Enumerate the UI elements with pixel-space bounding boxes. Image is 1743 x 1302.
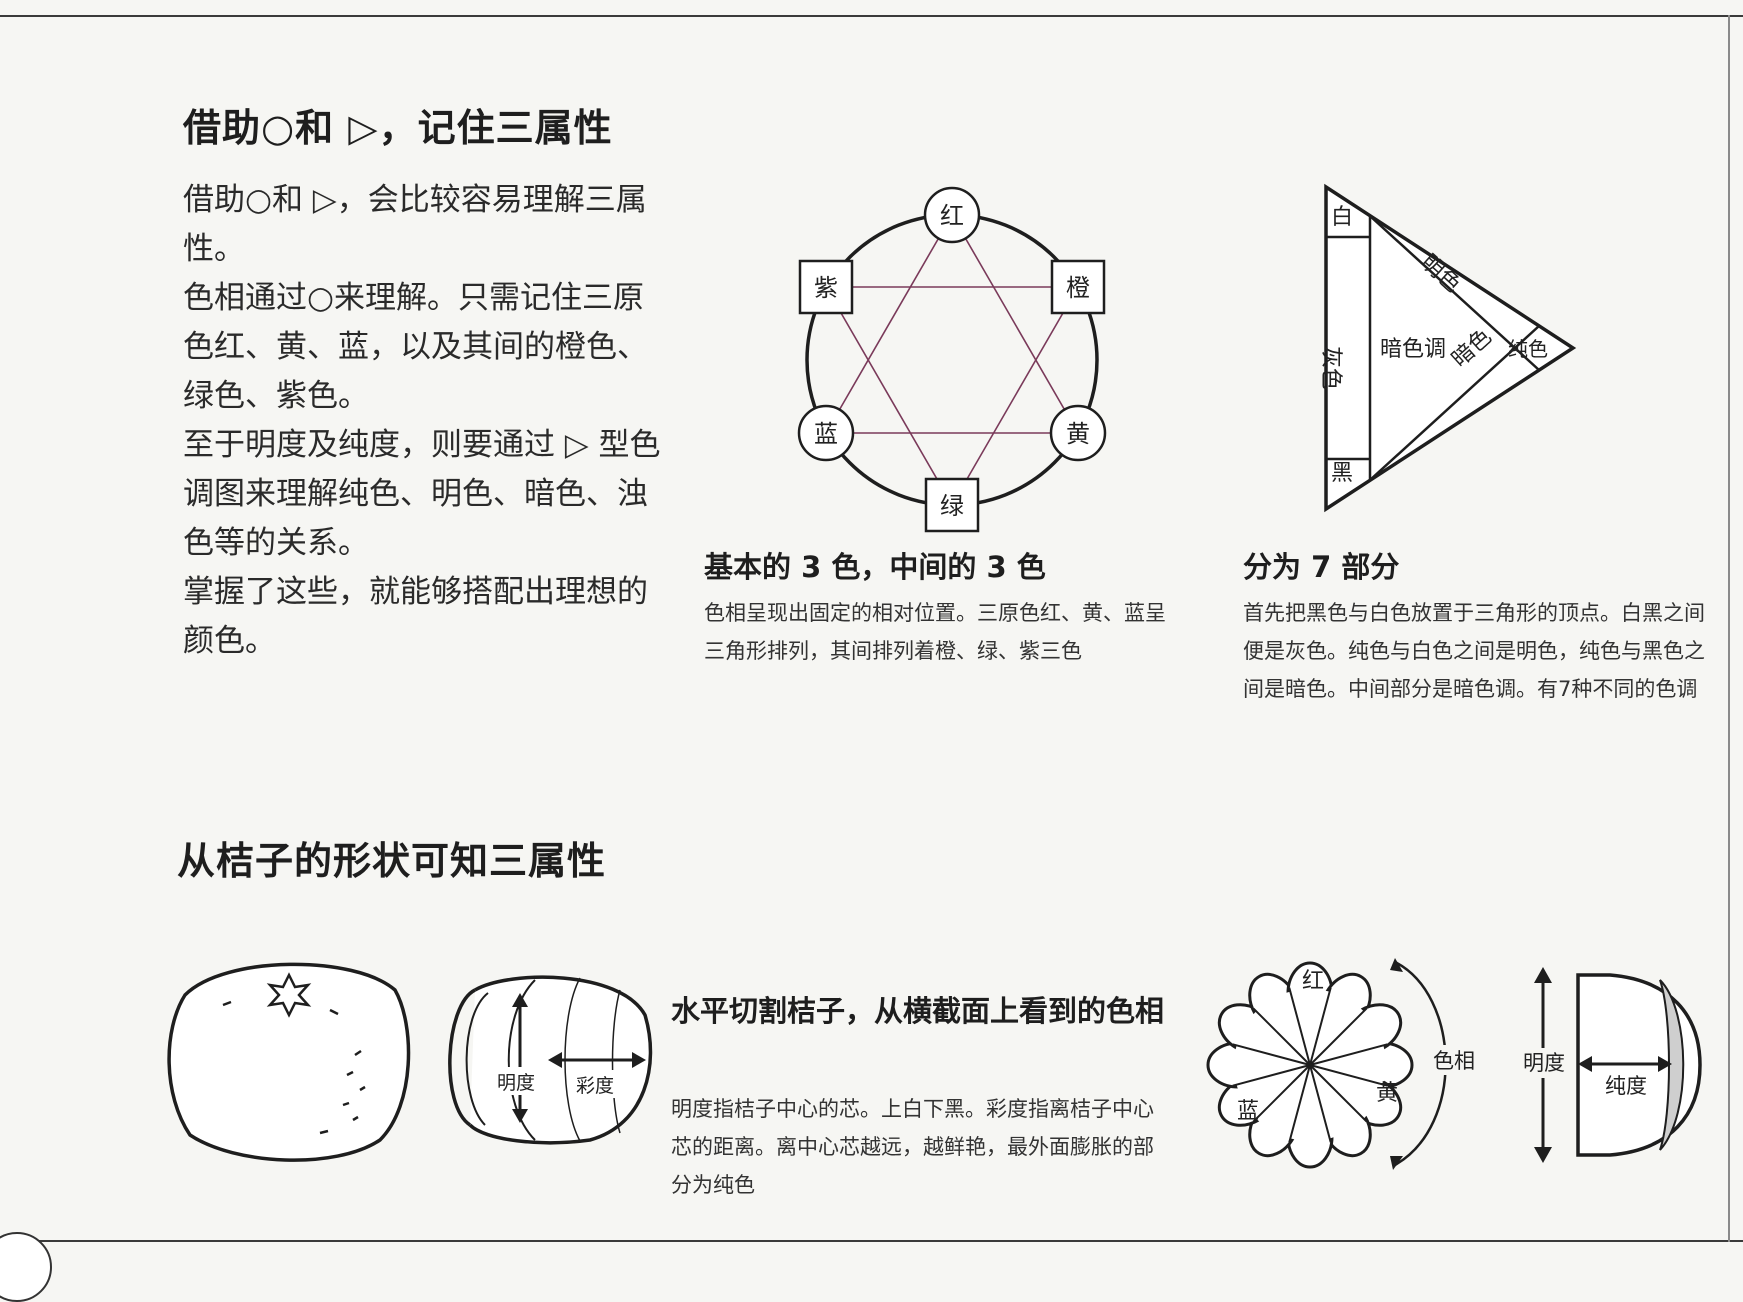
paragraph: 借助○和 ▷，会比较容易理解三属性。 xyxy=(183,182,647,267)
label-white: 白 xyxy=(1331,205,1353,230)
label-green: 绿 xyxy=(940,492,964,520)
node-red: 红 xyxy=(923,186,981,244)
node-yellow: 黄 xyxy=(1049,404,1107,462)
node-green: 绿 xyxy=(924,477,980,533)
label-hue-yellow: 黄 xyxy=(1376,1081,1398,1106)
top-rule xyxy=(0,15,1743,17)
label-gray: 灰色 xyxy=(1318,346,1343,390)
label-orange: 橙 xyxy=(1066,274,1090,302)
right-rule xyxy=(1728,15,1730,1242)
orange-cross-section: 红 黄 蓝 色相 xyxy=(1206,958,1480,1170)
label-pure: 纯色 xyxy=(1508,337,1548,361)
orange-caption-text: 明度指桔子中心的芯。上白下黑。彩度指离桔子中心芯的距离。离中心芯越远，越鲜艳，最… xyxy=(671,1097,1154,1197)
label-yellow: 黄 xyxy=(1066,420,1090,448)
cut-orange-drawing: 明度 彩度 xyxy=(448,975,653,1145)
node-orange: 橙 xyxy=(1050,259,1106,315)
label-purple: 紫 xyxy=(814,274,838,302)
label-dull: 暗色调 xyxy=(1380,337,1446,362)
label-chroma: 彩度 xyxy=(576,1075,614,1097)
label-hue: 色相 xyxy=(1433,1049,1475,1073)
label-hue-red: 红 xyxy=(1302,969,1324,994)
page-number-badge xyxy=(0,1232,52,1302)
paragraph: 色相通过○来理解。只需记住三原色红、黄、蓝，以及其间的橙色、绿色、紫色。 xyxy=(183,280,648,414)
label-side-lightness: 明度 xyxy=(1523,1051,1565,1075)
label-purity: 纯度 xyxy=(1605,1074,1647,1098)
bottom-rule xyxy=(20,1240,1743,1242)
whole-orange-drawing xyxy=(167,962,411,1162)
section-title-shapes: 借助○和 ▷，记住三属性 xyxy=(183,106,613,150)
label-red: 红 xyxy=(940,202,964,230)
hue-circle-ring xyxy=(805,213,1099,507)
hue-circle-diagram: 红 橙 黄 绿 蓝 紫 xyxy=(797,186,1107,533)
label-black: 黑 xyxy=(1331,461,1353,486)
orange-side-profile: 明度 纯度 xyxy=(1518,967,1702,1163)
label-hue-blue: 蓝 xyxy=(1237,1099,1259,1124)
node-purple: 紫 xyxy=(798,259,854,315)
section-title-orange: 从桔子的形状可知三属性 xyxy=(177,839,607,883)
node-blue: 蓝 xyxy=(797,404,855,462)
tone-caption-title: 分为 7 部分 xyxy=(1243,550,1400,584)
label-blue: 蓝 xyxy=(814,420,838,448)
paragraph: 掌握了这些，就能够搭配出理想的颜色。 xyxy=(183,574,648,659)
orange-caption-title: 水平切割桔子，从横截面上看到的色相 xyxy=(671,994,1165,1028)
hue-connector-lines xyxy=(825,214,1079,506)
tone-caption-text: 首先把黑色与白色放置于三角形的顶点。白黑之间便是灰色。纯色与白色之间是明色，纯色… xyxy=(1243,601,1705,701)
hue-caption-text: 色相呈现出固定的相对位置。三原色红、黄、蓝呈三角形排列，其间排列着橙、绿、紫三色 xyxy=(704,601,1166,663)
paragraph: 至于明度及纯度，则要通过 ▷ 型色调图来理解纯色、明色、暗色、浊色等的关系。 xyxy=(183,427,661,561)
intro-paragraphs: 借助○和 ▷，会比较容易理解三属性。 色相通过○来理解。只需记住三原色红、黄、蓝… xyxy=(183,176,668,666)
tone-triangle-diagram: 白 灰色 黑 明色 暗色调 暗色 纯色 xyxy=(1318,183,1577,513)
hue-caption-title: 基本的 3 色，中间的 3 色 xyxy=(704,550,1046,584)
label-lightness: 明度 xyxy=(497,1072,535,1094)
